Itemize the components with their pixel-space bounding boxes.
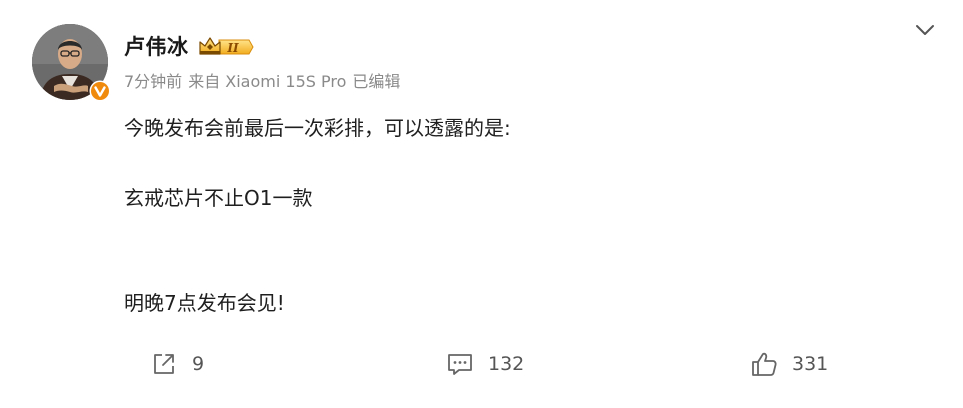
- like-button[interactable]: 331: [750, 348, 828, 380]
- comment-count: 132: [488, 353, 525, 375]
- post-time[interactable]: 7分钟前: [124, 72, 182, 91]
- author-name[interactable]: 卢伟冰: [124, 34, 189, 60]
- weibo-post: 卢伟冰 II 7分钟前 来自 Xiaomi 15S Pro 已编辑 今晚发布会前最后…: [0, 0, 963, 408]
- comment-button[interactable]: 132: [446, 348, 524, 380]
- share-count: 9: [192, 353, 205, 375]
- verified-v-icon: [89, 80, 111, 102]
- content-line: 玄戒芯片不止O1一款: [124, 186, 313, 210]
- thumbs-up-icon: [752, 352, 777, 376]
- comment-icon: [448, 354, 472, 375]
- content-line: 今晚发布会前最后一次彩排，可以透露的是:: [124, 116, 511, 140]
- share-button[interactable]: 9: [150, 348, 204, 380]
- avatar-container[interactable]: [32, 24, 111, 102]
- crown-level-icon[interactable]: II: [197, 35, 255, 59]
- share-icon: [154, 354, 174, 374]
- level-badge-text: II: [226, 41, 239, 55]
- post-source: 来自 Xiaomi 15S Pro: [188, 72, 347, 91]
- post-actions: 9 132 331: [0, 348, 963, 380]
- like-count: 331: [792, 353, 829, 375]
- post-meta: 7分钟前 来自 Xiaomi 15S Pro 已编辑: [124, 70, 400, 94]
- content-line: 明晚7点发布会见!: [124, 291, 285, 315]
- chevron-down-icon[interactable]: [913, 20, 937, 40]
- edited-label[interactable]: 已编辑: [352, 72, 400, 91]
